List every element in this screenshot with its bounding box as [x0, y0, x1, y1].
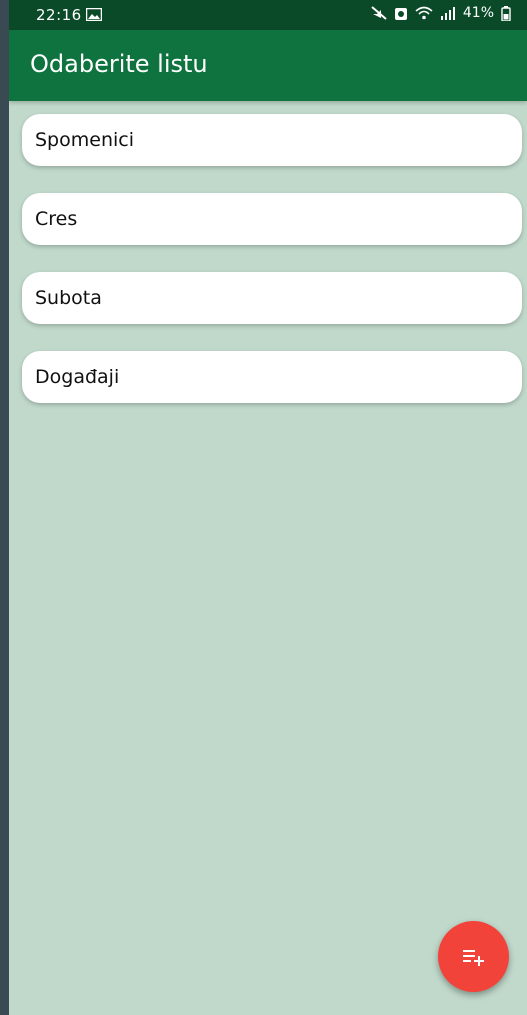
status-icons: 41%	[371, 5, 511, 21]
list-item-label: Događaji	[35, 366, 120, 388]
battery-icon	[501, 5, 511, 21]
list-item-spomenici[interactable]: Spomenici	[22, 114, 522, 166]
add-list-button[interactable]	[438, 921, 509, 992]
battery-percent: 41%	[462, 5, 494, 21]
list-item-label: Spomenici	[35, 129, 134, 151]
list-item-cres[interactable]: Cres	[22, 193, 522, 245]
list-item-label: Subota	[35, 287, 102, 309]
mute-icon	[371, 6, 387, 20]
app-bar: Odaberite listu	[9, 30, 527, 101]
screen: 22:16 41% Odaberite listu Spomenici Cres…	[9, 0, 527, 1015]
image-icon	[86, 8, 102, 21]
alarm-icon	[394, 7, 407, 20]
list-container: Spomenici Cres Subota Događaji	[22, 114, 522, 430]
list-item-label: Cres	[35, 208, 78, 230]
list-item-dogadaji[interactable]: Događaji	[22, 351, 522, 403]
page-title: Odaberite listu	[30, 50, 208, 78]
list-item-subota[interactable]: Subota	[22, 272, 522, 324]
playlist-add-icon	[462, 949, 484, 966]
signal-icon	[440, 7, 455, 20]
status-bar: 22:16 41%	[9, 0, 527, 30]
status-time: 22:16	[36, 6, 82, 24]
wifi-icon	[415, 6, 433, 20]
